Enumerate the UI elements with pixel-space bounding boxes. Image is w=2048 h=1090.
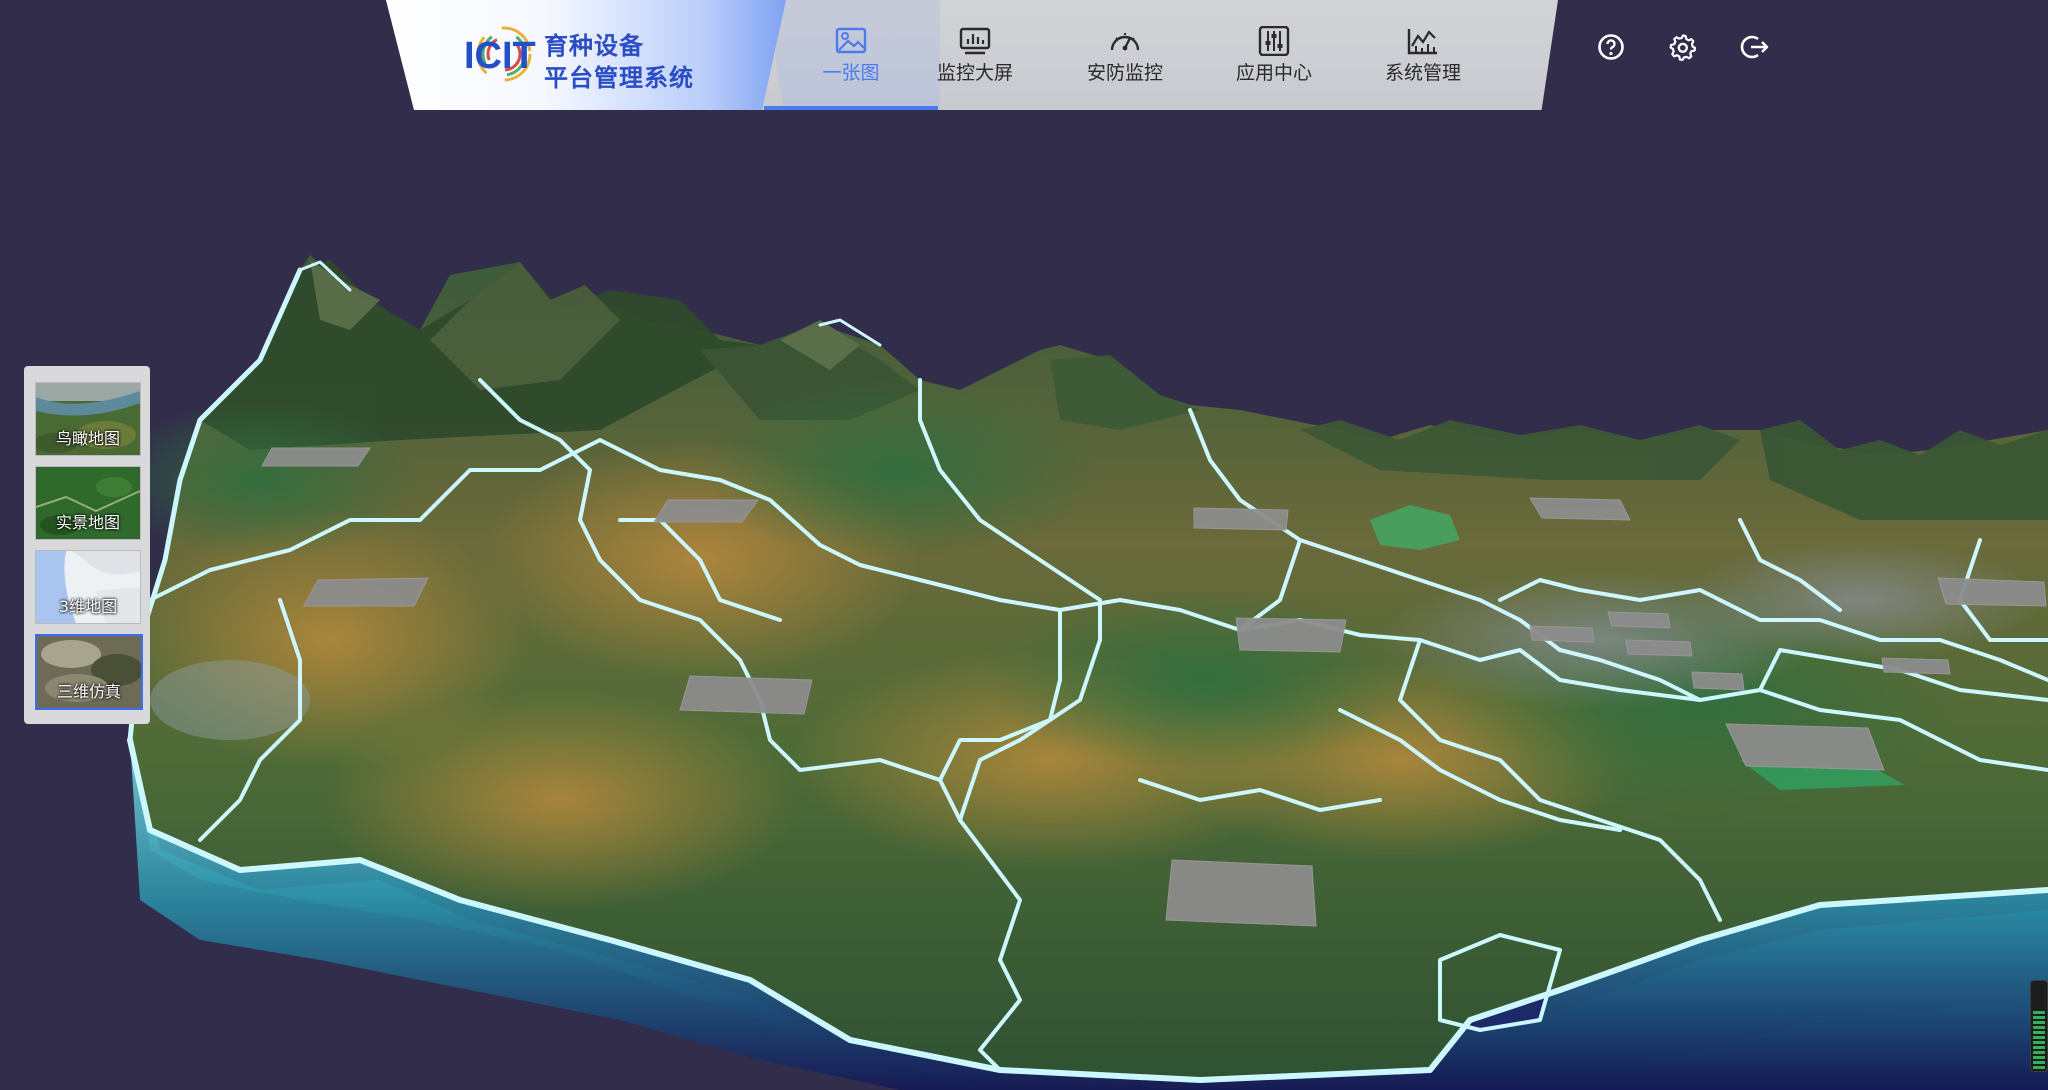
map-marker — [303, 577, 429, 607]
map-marker — [1607, 611, 1671, 629]
level-indicator-fill — [2033, 1009, 2045, 1069]
map-marker — [1529, 497, 1631, 521]
tab-label: 应用中心 — [1235, 62, 1312, 84]
map-mode-switcher: 鸟瞰地图 实景地图 3维地图 三维仿真 — [24, 366, 150, 724]
map-mode-3d-map[interactable]: 3维地图 — [35, 550, 141, 624]
map-marker — [653, 499, 759, 523]
app-title-line1: 育种设备 — [544, 32, 644, 60]
terrain-map[interactable] — [0, 0, 2048, 1090]
map-marker — [1625, 639, 1693, 657]
app-title: 育种设备 平台管理系统 — [544, 30, 694, 94]
map-marker — [1235, 617, 1347, 653]
line-chart-icon — [1407, 29, 1437, 55]
gear-icon — [1669, 34, 1697, 61]
map-mode-label: 实景地图 — [55, 513, 120, 532]
app-title-line2: 平台管理系统 — [544, 64, 694, 92]
settings-button[interactable] — [1666, 30, 1700, 64]
map-marker — [1691, 671, 1745, 691]
level-indicator[interactable] — [2030, 980, 2048, 1072]
map-marker — [1529, 625, 1595, 643]
gauge-icon — [1110, 33, 1140, 51]
map-mode-satellite[interactable]: 实景地图 — [35, 466, 141, 540]
map-marker — [679, 675, 813, 715]
map-mode-birdseye[interactable]: 鸟瞰地图 — [35, 382, 141, 456]
tab-app-center[interactable]: 应用中心 — [1199, 26, 1349, 90]
monitor-chart-icon — [959, 27, 991, 55]
tab-label: 系统管理 — [1384, 62, 1461, 84]
map-mode-label: 鸟瞰地图 — [55, 429, 120, 448]
tab-security-monitor[interactable]: 安防监控 — [1050, 26, 1200, 90]
logo-letters: ICIT — [464, 35, 536, 77]
logout-button[interactable] — [1738, 30, 1772, 64]
map-marker — [1165, 859, 1317, 927]
map-marker — [1881, 657, 1951, 675]
tab-label: 监控大屏 — [936, 62, 1013, 84]
map-marker — [1725, 723, 1885, 771]
help-circle-icon — [1598, 34, 1624, 60]
map-mode-label: 三维仿真 — [56, 682, 121, 701]
map-mode-3d-simulation[interactable]: 三维仿真 — [35, 634, 143, 710]
icit-logo: ICIT — [464, 26, 536, 82]
tab-monitor-screen[interactable]: 监控大屏 — [900, 26, 1050, 90]
sliders-icon — [1258, 26, 1290, 56]
help-button[interactable] — [1594, 30, 1628, 64]
image-icon — [835, 27, 867, 54]
tab-label: 安防监控 — [1086, 62, 1163, 84]
map-marker — [1193, 507, 1289, 531]
map-marker — [1937, 577, 2047, 607]
logout-icon — [1740, 35, 1769, 59]
tab-system-management[interactable]: 系统管理 — [1348, 26, 1498, 90]
map-marker — [261, 447, 371, 467]
map-mode-label: 3维地图 — [58, 597, 118, 616]
tab-label: 一张图 — [822, 62, 880, 84]
